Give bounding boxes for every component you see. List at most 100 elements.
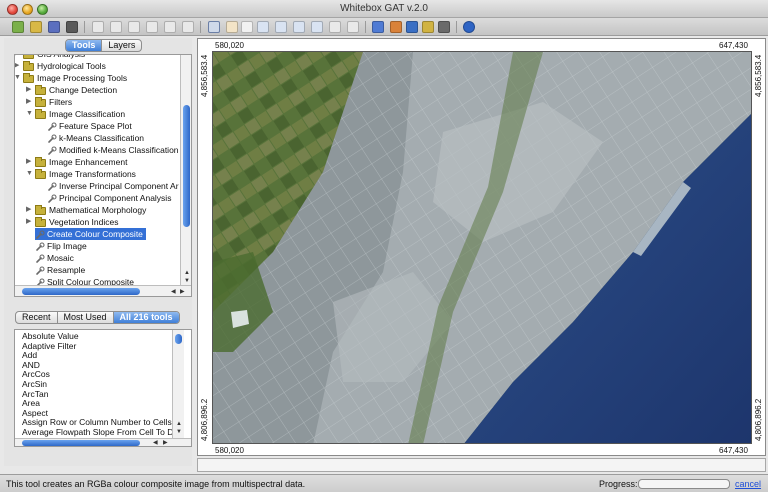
scroll-right-arrow-icon[interactable]: ▶: [163, 439, 168, 446]
wrench-icon: [47, 182, 57, 192]
layer-down-icon[interactable]: [146, 21, 158, 33]
scroll-down-arrow-icon[interactable]: ▼: [184, 277, 190, 285]
disclosure-collapsed-icon[interactable]: ▶: [26, 206, 34, 214]
zoom-out-icon[interactable]: [275, 21, 287, 33]
list-scroll-thumb[interactable]: [175, 334, 182, 344]
tool-list-item[interactable]: Average Flowpath Slope From Cell To Divi: [22, 427, 181, 438]
tab-all-tools[interactable]: All 216 tools: [113, 312, 179, 323]
x-coord-bottom-right: 647,430: [719, 446, 748, 455]
tree-tool-item[interactable]: Flip Image: [35, 240, 87, 252]
close-window-button[interactable]: [7, 4, 18, 15]
wrench-icon: [35, 242, 45, 252]
tree-folder[interactable]: ▶ Hydrological Tools: [15, 60, 106, 72]
tree-tool-item[interactable]: Feature Space Plot: [47, 120, 132, 132]
measure-icon[interactable]: [438, 21, 450, 33]
toolbar-separator: [84, 21, 85, 33]
remove-layer-icon[interactable]: [110, 21, 122, 33]
zoom-layer-icon[interactable]: [311, 21, 323, 33]
disclosure-expanded-icon[interactable]: ▼: [26, 170, 34, 178]
tree-folder[interactable]: ▼ Image Processing Tools: [15, 72, 127, 84]
tree-folder[interactable]: ▶ Vegetation Indices: [26, 216, 118, 228]
tree-tool-item[interactable]: Modified k-Means Classification: [47, 144, 179, 156]
progress-bar: [638, 479, 730, 489]
tree-item-label: Flip Image: [47, 241, 87, 251]
scroll-up-arrow-icon[interactable]: ▲: [176, 420, 182, 428]
tree-item-label: Image Transformations: [49, 169, 136, 179]
map-horizontal-bar[interactable]: [197, 458, 766, 472]
pointer-arrow-icon[interactable]: [241, 21, 253, 33]
layer-properties-icon[interactable]: [372, 21, 384, 33]
tree-item-label: Inverse Principal Component Ar: [59, 181, 179, 191]
main-toolbar: [0, 18, 768, 36]
scale-bar-icon[interactable]: [422, 21, 434, 33]
palette-icon[interactable]: [390, 21, 402, 33]
scroll-down-arrow-icon[interactable]: ▼: [176, 428, 182, 436]
tree-tool-item[interactable]: Principal Component Analysis: [47, 192, 171, 204]
list-horizontal-scrollbar[interactable]: ◀ ▶: [15, 438, 191, 446]
tab-recent[interactable]: Recent: [16, 312, 58, 323]
disclosure-collapsed-icon[interactable]: ▶: [26, 98, 34, 106]
north-arrow-icon[interactable]: [406, 21, 418, 33]
select-icon[interactable]: [208, 21, 220, 33]
print-icon[interactable]: [66, 21, 78, 33]
disclosure-collapsed-icon[interactable]: ▶: [15, 55, 22, 58]
tree-folder[interactable]: ▶ Change Detection: [26, 84, 118, 96]
previous-extent-icon[interactable]: [329, 21, 341, 33]
scroll-left-arrow-icon[interactable]: ◀: [171, 288, 176, 296]
tree-folder[interactable]: ▶ Mathematical Morphology: [26, 204, 146, 216]
tree-folder[interactable]: ▶ Filters: [26, 96, 72, 108]
layer-top-icon[interactable]: [164, 21, 176, 33]
next-extent-icon[interactable]: [347, 21, 359, 33]
tree-scroll-thumb[interactable]: [183, 105, 190, 227]
tree-item-label: Resample: [47, 265, 86, 275]
tree-horizontal-scrollbar[interactable]: ◀ ▶: [15, 285, 191, 296]
folder-icon: [35, 156, 46, 167]
tree-hscroll-thumb[interactable]: [22, 288, 140, 295]
x-coord-bottom-left: 580,020: [215, 446, 244, 455]
folder-icon: [23, 72, 34, 83]
save-icon[interactable]: [48, 21, 60, 33]
add-layer-icon[interactable]: [92, 21, 104, 33]
tree-folder[interactable]: ▼ Image Classification: [26, 108, 125, 120]
tree-tool-item[interactable]: Mosaic: [35, 252, 74, 264]
new-project-icon[interactable]: [12, 21, 24, 33]
pan-hand-icon[interactable]: [226, 21, 238, 33]
tab-most-used[interactable]: Most Used: [58, 312, 114, 323]
list-hscroll-thumb[interactable]: [22, 440, 140, 446]
scroll-right-arrow-icon[interactable]: ▶: [180, 288, 185, 296]
scroll-up-arrow-icon[interactable]: ▲: [184, 269, 190, 277]
tab-layers[interactable]: Layers: [102, 40, 141, 51]
tab-tools[interactable]: Tools: [66, 40, 103, 51]
help-icon[interactable]: [463, 21, 475, 33]
disclosure-collapsed-icon[interactable]: ▶: [26, 218, 34, 226]
window-title: Whitebox GAT v.2.0: [340, 3, 428, 14]
tree-tool-item[interactable]: Inverse Principal Component Ar: [47, 180, 179, 192]
satellite-image: [213, 52, 751, 443]
tree-vertical-scrollbar[interactable]: ▲ ▼: [180, 55, 191, 285]
folder-icon: [35, 84, 46, 95]
disclosure-collapsed-icon[interactable]: ▶: [26, 86, 34, 94]
layer-up-icon[interactable]: [128, 21, 140, 33]
tree-tool-item[interactable]: k-Means Classification: [47, 132, 144, 144]
tree-tool-item[interactable]: Create Colour Composite: [35, 228, 146, 240]
layer-bottom-icon[interactable]: [182, 21, 194, 33]
disclosure-expanded-icon[interactable]: ▼: [26, 110, 34, 118]
satellite-image-map[interactable]: [212, 51, 752, 444]
tree-item-label: Modified k-Means Classification: [59, 145, 179, 155]
tree-item-label: Change Detection: [49, 85, 118, 95]
scroll-left-arrow-icon[interactable]: ◀: [153, 439, 158, 446]
zoom-window-button[interactable]: [37, 4, 48, 15]
zoom-in-icon[interactable]: [257, 21, 269, 33]
disclosure-expanded-icon[interactable]: ▼: [15, 74, 22, 82]
cancel-link[interactable]: cancel: [735, 479, 761, 489]
zoom-full-extent-icon[interactable]: [293, 21, 305, 33]
tree-tool-item[interactable]: Resample: [35, 264, 85, 276]
disclosure-collapsed-icon[interactable]: ▶: [15, 62, 22, 70]
open-folder-icon[interactable]: [30, 21, 42, 33]
tree-folder[interactable]: ▶ Image Enhancement: [26, 156, 127, 168]
minimize-window-button[interactable]: [22, 4, 33, 15]
tree-folder[interactable]: ▼ Image Transformations: [26, 168, 136, 180]
map-panel: 580,020 647,430 580,020 647,430 4,856,58…: [197, 38, 766, 456]
disclosure-collapsed-icon[interactable]: ▶: [26, 158, 34, 166]
list-vertical-scrollbar[interactable]: ▲ ▼: [172, 330, 184, 438]
